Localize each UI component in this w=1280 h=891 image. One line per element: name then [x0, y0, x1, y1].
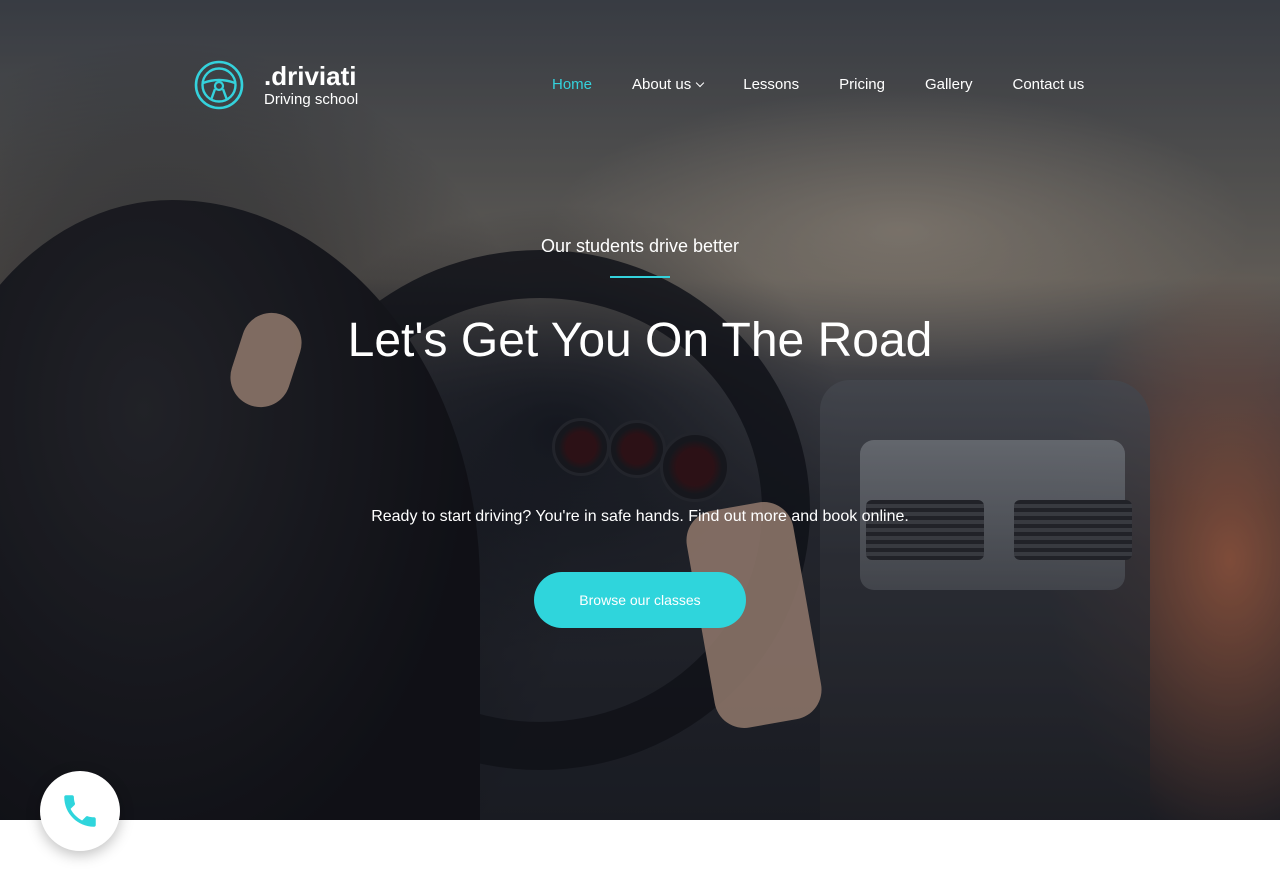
nav-item-gallery[interactable]: Gallery: [925, 76, 973, 93]
tagline-divider: [610, 276, 670, 278]
browse-classes-button[interactable]: Browse our classes: [534, 572, 746, 628]
brand-logo[interactable]: .driviati Driving school: [194, 60, 358, 110]
nav-item-lessons[interactable]: Lessons: [743, 76, 799, 93]
nav-item-contact-us[interactable]: Contact us: [1012, 76, 1084, 93]
hero-headline: Let's Get You On The Road: [347, 314, 933, 367]
steering-wheel-icon: [194, 60, 244, 110]
brand-subtitle: Driving school: [264, 90, 359, 108]
call-button[interactable]: [40, 771, 120, 851]
brand-name: .driviati: [264, 60, 357, 91]
main-nav: Home About us Lessons Pricing Gallery Co…: [552, 76, 1084, 93]
nav-item-about-us-label: About us: [632, 76, 692, 93]
nav-item-about-us[interactable]: About us: [632, 76, 705, 93]
chevron-down-icon: [695, 78, 705, 88]
phone-icon: [64, 795, 96, 827]
hero-section: .driviati Driving school Home About us L…: [0, 0, 1280, 820]
hero-tagline: Our students drive better: [540, 236, 740, 256]
hero-subtext: Ready to start driving? You're in safe h…: [371, 508, 909, 525]
nav-item-pricing[interactable]: Pricing: [839, 76, 885, 93]
nav-item-home[interactable]: Home: [552, 76, 592, 93]
